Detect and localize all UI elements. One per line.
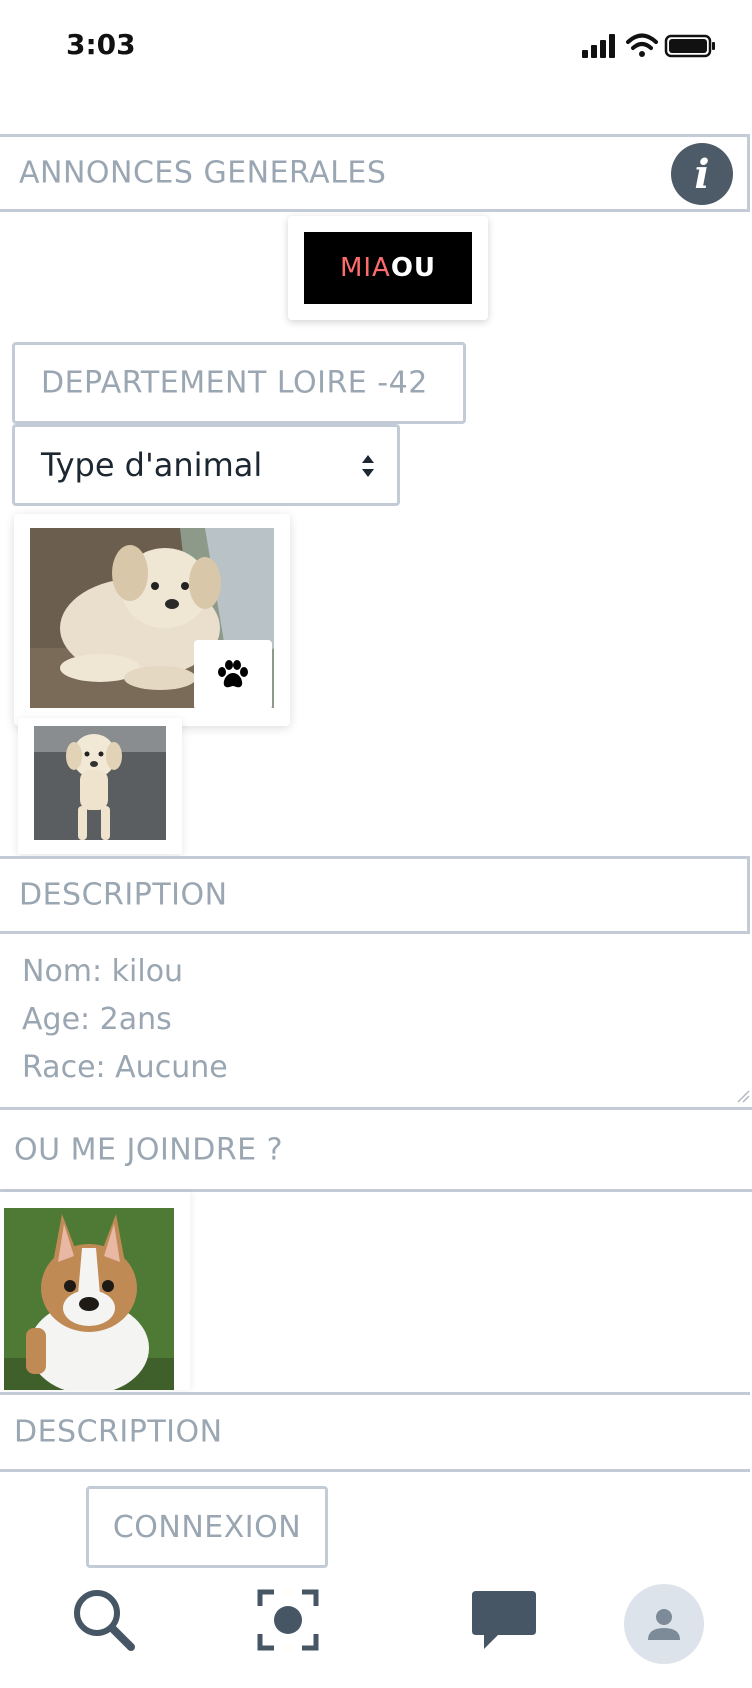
contact-title: OU ME JOINDRE ?: [14, 1132, 284, 1167]
paw-button[interactable]: [194, 640, 272, 710]
detail-name: Nom: kilou: [22, 954, 184, 989]
info-button[interactable]: i: [671, 143, 733, 205]
resize-handle-icon[interactable]: [736, 1089, 750, 1103]
nav-profile[interactable]: [624, 1584, 704, 1664]
listing2-photo[interactable]: [4, 1208, 174, 1390]
page-title: ANNONCES GENERALES: [19, 155, 387, 191]
description-text-area[interactable]: Nom: kilou Age: 2ans Race: Aucune: [0, 934, 752, 1110]
app-logo: MIA OU: [304, 232, 472, 304]
camera-icon: [257, 1589, 319, 1651]
listing2-description-header: DESCRIPTION: [0, 1392, 750, 1472]
info-icon: i: [694, 150, 710, 198]
logo-card: MIA OU: [288, 216, 488, 320]
logo-text-part1: MIA: [339, 253, 391, 283]
nav-camera[interactable]: [248, 1580, 328, 1660]
listing-thumbnail[interactable]: [34, 726, 166, 840]
department-label: DEPARTEMENT LOIRE -42: [12, 342, 466, 424]
logo-text-part2: OU: [390, 253, 437, 283]
paw-icon: [218, 660, 248, 688]
connexion-button[interactable]: CONNEXION: [86, 1486, 328, 1568]
listing2-description-title: DESCRIPTION: [14, 1414, 223, 1450]
listing-photo-card[interactable]: [14, 514, 290, 726]
status-icons: [582, 33, 715, 58]
detail-age: Age: 2ans: [22, 1002, 172, 1037]
detail-race: Race: Aucune: [22, 1050, 228, 1085]
battery-icon: [664, 34, 715, 58]
search-icon: [74, 1590, 135, 1651]
page-header: ANNONCES GENERALES i: [0, 134, 750, 212]
description-title: DESCRIPTION: [19, 877, 228, 913]
department-text: DEPARTEMENT LOIRE -42: [41, 365, 428, 401]
listing2-photo-card[interactable]: [0, 1192, 190, 1390]
listing-thumbnail-card[interactable]: [18, 718, 182, 854]
chat-icon: [472, 1591, 536, 1649]
profile-icon: [648, 1609, 680, 1640]
status-time: 3:03: [66, 28, 136, 61]
nav-chat[interactable]: [464, 1580, 544, 1660]
select-arrows-icon: [362, 455, 374, 477]
wifi-icon: [626, 33, 658, 57]
signal-icon: [582, 34, 615, 58]
animal-type-value: Type d'animal: [41, 446, 263, 484]
contact-header: OU ME JOINDRE ?: [0, 1110, 752, 1192]
description-header: DESCRIPTION: [0, 856, 750, 934]
nav-search[interactable]: [64, 1580, 144, 1660]
animal-type-select[interactable]: Type d'animal: [12, 424, 400, 506]
